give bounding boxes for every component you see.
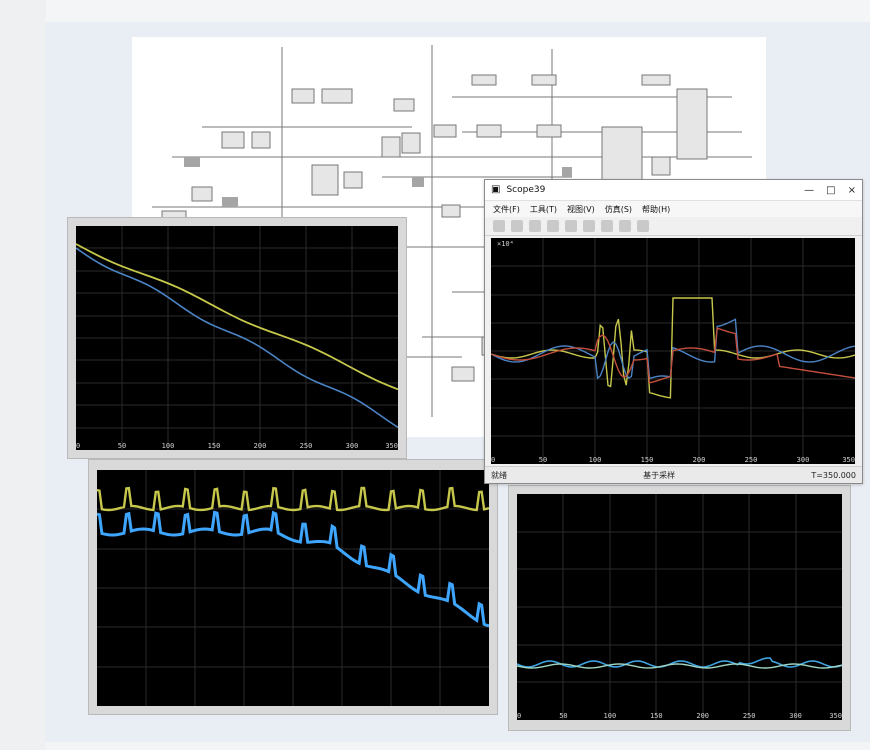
scope-status-right: T=350.000 <box>811 470 856 480</box>
scope-menubar: 文件(F) 工具(T) 视图(V) 仿真(S) 帮助(H) <box>485 201 862 217</box>
plot-bottom-right-area: 0 50 100 150 200 250 300 350 <box>516 494 843 720</box>
maximize-icon[interactable]: □ <box>826 185 835 196</box>
x-tick-label: 250 <box>743 712 756 720</box>
x-tick-label: 0 <box>517 712 521 720</box>
x-tick-label: 200 <box>693 456 706 464</box>
scope-title: Scope39 <box>506 185 546 195</box>
x-tick-label: 300 <box>797 456 810 464</box>
x-tick-label: 150 <box>650 712 663 720</box>
settings-icon[interactable] <box>493 220 505 232</box>
menu-tools[interactable]: 工具(T) <box>530 204 557 215</box>
scope-series-red <box>490 327 856 384</box>
scope-statusbar: 就绪 基于采样 T=350.000 <box>485 466 862 483</box>
step-back-icon[interactable] <box>511 220 523 232</box>
left-rail <box>0 0 46 750</box>
x-tick-label: 100 <box>162 442 175 450</box>
plot-bottom-right-svg: 0 50 100 150 200 250 300 350 <box>516 494 843 720</box>
x-tick-label: 0 <box>76 442 80 450</box>
x-tick-label: 300 <box>789 712 802 720</box>
plot-bottom-left-area <box>96 470 490 706</box>
series-line-yellow <box>75 243 399 391</box>
window-buttons: — □ × <box>804 185 856 196</box>
scope-y-exponent: ×10⁴ <box>497 240 514 248</box>
scope-plot-area: ×10⁴ 0 50 100 150 200 250 300 350 <box>490 238 856 464</box>
x-tick-label: 50 <box>539 456 547 464</box>
x-tick-label: 350 <box>385 442 398 450</box>
zoom-icon[interactable] <box>583 220 595 232</box>
series-line-cyan <box>516 657 843 668</box>
scope-status-mid: 基于采样 <box>643 470 676 480</box>
x-tick-label: 250 <box>300 442 313 450</box>
x-tick-label: 200 <box>696 712 709 720</box>
scope-icon: ▣ <box>491 184 501 195</box>
bottom-band <box>46 742 870 750</box>
menu-simulation[interactable]: 仿真(S) <box>605 204 632 215</box>
close-icon[interactable]: × <box>848 185 856 196</box>
x-tick-label: 0 <box>491 456 495 464</box>
x-tick-label: 300 <box>346 442 359 450</box>
x-tick-label: 50 <box>559 712 567 720</box>
plot-bottom-right: 0 50 100 150 200 250 300 350 <box>508 485 851 731</box>
x-tick-label: 350 <box>829 712 842 720</box>
x-tick-label: 150 <box>208 442 221 450</box>
menu-help[interactable]: 帮助(H) <box>642 204 670 215</box>
scope-window: ▣ Scope39 — □ × 文件(F) 工具(T) 视图(V) 仿真(S) … <box>484 179 863 484</box>
plot-bottom-left <box>88 459 498 715</box>
scope-status-left: 就绪 <box>491 470 507 480</box>
plot-bottom-left-svg <box>96 470 490 706</box>
plot-top-left-area: 0 50 100 150 200 250 300 350 <box>75 226 399 450</box>
fit-icon[interactable] <box>619 220 631 232</box>
run-icon[interactable] <box>529 220 541 232</box>
top-band <box>46 0 870 22</box>
step-forward-icon[interactable] <box>547 220 559 232</box>
x-tick-label: 100 <box>604 712 617 720</box>
x-tick-label: 50 <box>118 442 126 450</box>
scope-toolbar <box>485 217 862 236</box>
x-tick-label: 150 <box>641 456 654 464</box>
plot-top-left-svg: 0 50 100 150 200 250 300 350 <box>75 226 399 450</box>
scope-plot-svg: 0 50 100 150 200 250 300 350 <box>490 238 856 464</box>
x-tick-label: 200 <box>254 442 267 450</box>
menu-view[interactable]: 视图(V) <box>567 204 595 215</box>
plot-top-left: 0 50 100 150 200 250 300 350 <box>67 217 407 459</box>
minimize-icon[interactable]: — <box>804 185 814 196</box>
scope-titlebar: ▣ Scope39 — □ × <box>485 180 862 201</box>
x-tick-label: 350 <box>842 456 855 464</box>
pan-icon[interactable] <box>601 220 613 232</box>
x-tick-label: 250 <box>745 456 758 464</box>
stop-icon[interactable] <box>565 220 577 232</box>
menu-file[interactable]: 文件(F) <box>493 204 520 215</box>
cursor-icon[interactable] <box>637 220 649 232</box>
x-tick-label: 100 <box>589 456 602 464</box>
